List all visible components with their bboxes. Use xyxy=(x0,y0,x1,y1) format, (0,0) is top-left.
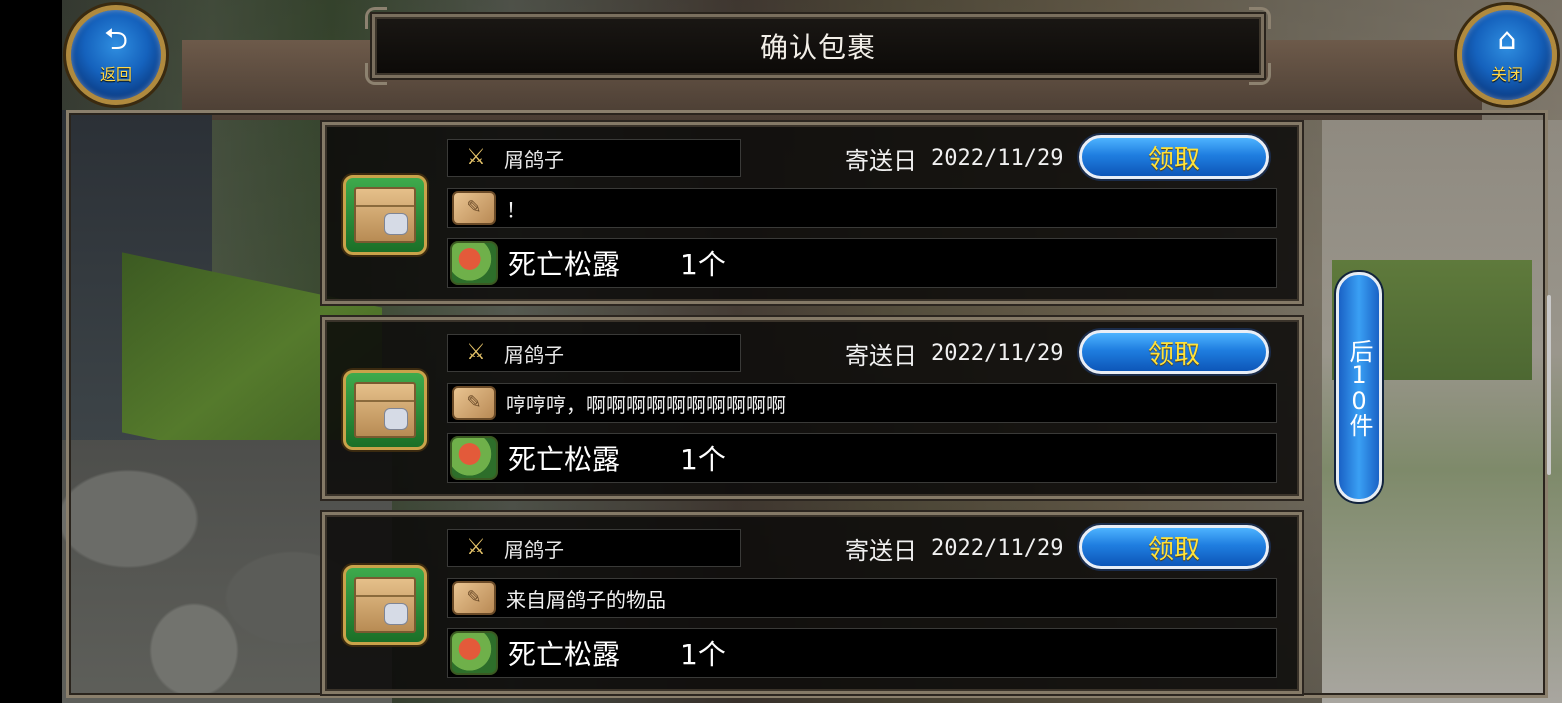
message-field: ✎ 哼哼哼，啊啊啊啊啊啊啊啊啊啊 xyxy=(447,383,1277,423)
parcel-card: ⚔ 屑鸽子 寄送日 2022/11/29 领取 ✎ 来自屑鸽子的物品 死亡松露 … xyxy=(322,512,1302,694)
scroll-quill-icon: ✎ xyxy=(452,581,496,615)
item-field: 死亡松露 1个 xyxy=(447,433,1277,483)
sender-field: ⚔ 屑鸽子 xyxy=(447,334,741,372)
message-text: ！ xyxy=(506,197,526,222)
truffle-item-icon xyxy=(450,631,498,675)
sender-field: ⚔ 屑鸽子 xyxy=(447,529,741,567)
claim-button[interactable]: 领取 xyxy=(1079,135,1269,179)
page-title: 确认包裹 xyxy=(759,31,876,64)
close-button[interactable]: ⌂ 关闭 xyxy=(1457,5,1557,105)
close-button-label: 关闭 xyxy=(1490,65,1523,84)
item-name: 死亡松露 xyxy=(508,638,621,671)
item-quantity: 1个 xyxy=(680,248,726,281)
sender-name: 屑鸽子 xyxy=(504,147,564,172)
guild-emblem-icon: ⚔ xyxy=(466,535,486,560)
parcel-box-icon xyxy=(343,370,427,450)
truffle-item-icon xyxy=(450,241,498,285)
home-icon: ⌂ xyxy=(1497,22,1517,57)
back-arrow-icon: ⮌ xyxy=(103,22,129,57)
sender-name: 屑鸽子 xyxy=(504,342,564,367)
date-label: 寄送日 xyxy=(845,536,917,565)
date-value: 2022/11/29 xyxy=(931,340,1064,366)
parcel-box-icon xyxy=(343,175,427,255)
date-label: 寄送日 xyxy=(845,341,917,370)
date-label: 寄送日 xyxy=(845,146,917,175)
item-name: 死亡松露 xyxy=(508,248,621,281)
next-page-button[interactable]: 后10件 xyxy=(1336,272,1382,502)
date-value: 2022/11/29 xyxy=(931,535,1064,561)
message-text: 来自屑鸽子的物品 xyxy=(506,587,666,612)
item-quantity: 1个 xyxy=(680,638,726,671)
claim-button[interactable]: 领取 xyxy=(1079,525,1269,569)
item-field: 死亡松露 1个 xyxy=(447,628,1277,678)
item-name: 死亡松露 xyxy=(508,443,621,476)
item-field: 死亡松露 1个 xyxy=(447,238,1277,288)
scrollbar[interactable] xyxy=(1547,295,1551,475)
truffle-item-icon xyxy=(450,436,498,480)
sender-name: 屑鸽子 xyxy=(504,537,564,562)
title-bar: 确认包裹 xyxy=(365,7,1271,85)
back-button[interactable]: ⮌ 返回 xyxy=(66,5,166,105)
item-quantity: 1个 xyxy=(680,443,726,476)
guild-emblem-icon: ⚔ xyxy=(466,340,486,365)
parcel-card: ⚔ 屑鸽子 寄送日 2022/11/29 领取 ✎ ！ 死亡松露 1个 xyxy=(322,122,1302,304)
scroll-quill-icon: ✎ xyxy=(452,191,496,225)
claim-button-label: 领取 xyxy=(1147,144,1200,175)
sender-field: ⚔ 屑鸽子 xyxy=(447,139,741,177)
claim-button[interactable]: 领取 xyxy=(1079,330,1269,374)
message-field: ✎ ！ xyxy=(447,188,1277,228)
send-date: 寄送日 2022/11/29 xyxy=(845,139,1063,177)
back-button-label: 返回 xyxy=(99,65,132,84)
message-field: ✎ 来自屑鸽子的物品 xyxy=(447,578,1277,618)
message-text: 哼哼哼，啊啊啊啊啊啊啊啊啊啊 xyxy=(506,392,786,417)
guild-emblem-icon: ⚔ xyxy=(466,145,486,170)
send-date: 寄送日 2022/11/29 xyxy=(845,334,1063,372)
claim-button-label: 领取 xyxy=(1147,534,1200,565)
parcel-box-icon xyxy=(343,565,427,645)
parcel-card: ⚔ 屑鸽子 寄送日 2022/11/29 领取 ✎ 哼哼哼，啊啊啊啊啊啊啊啊啊啊… xyxy=(322,317,1302,499)
date-value: 2022/11/29 xyxy=(931,145,1064,171)
next-page-label: 后10件 xyxy=(1345,339,1373,435)
scroll-quill-icon: ✎ xyxy=(452,386,496,420)
send-date: 寄送日 2022/11/29 xyxy=(845,529,1063,567)
claim-button-label: 领取 xyxy=(1147,339,1200,370)
